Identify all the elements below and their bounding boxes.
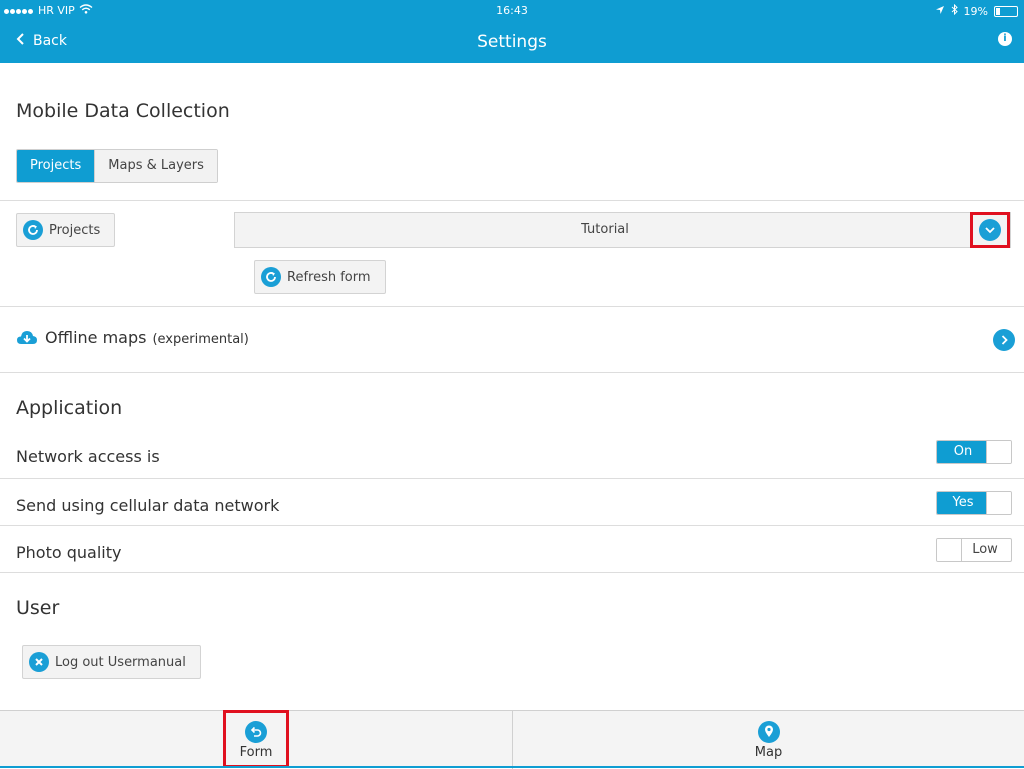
offline-maps-row[interactable]: Offline maps (experimental) <box>45 328 249 347</box>
refresh-form-label: Refresh form <box>287 269 371 285</box>
projects-button-label: Projects <box>49 222 101 238</box>
mdc-section-title: Mobile Data Collection <box>16 100 230 122</box>
offline-maps-note: (experimental) <box>152 332 249 347</box>
project-select-value: Tutorial <box>581 222 629 237</box>
bottom-tab-bar: Form Map <box>0 710 1024 769</box>
network-access-label: Network access is <box>16 447 160 466</box>
network-access-toggle[interactable]: On <box>936 440 1012 464</box>
tab-map-label: Map <box>754 744 783 760</box>
chevron-down-icon <box>979 219 1001 241</box>
project-dropdown-button[interactable] <box>970 212 1010 248</box>
toggle-state-label: On <box>937 441 989 463</box>
divider <box>0 525 1024 526</box>
info-icon[interactable]: i <box>998 32 1012 46</box>
cloud-download-icon <box>16 329 38 347</box>
toggle-state-label: Low <box>972 542 998 557</box>
logout-label: Log out Usermanual <box>55 654 186 670</box>
form-tab-highlight <box>223 710 289 768</box>
cellular-data-toggle[interactable]: Yes <box>936 491 1012 515</box>
logout-button[interactable]: Log out Usermanual <box>22 645 201 679</box>
battery-icon <box>994 5 1018 17</box>
project-select[interactable]: Tutorial <box>234 212 1011 248</box>
divider <box>0 200 1024 201</box>
tab-maps-layers[interactable]: Maps & Layers <box>94 150 217 182</box>
status-bar: HR VIP 16:43 19% <box>0 0 1024 22</box>
refresh-form-button[interactable]: Refresh form <box>254 260 386 294</box>
divider <box>0 478 1024 479</box>
toggle-knob <box>986 492 1011 514</box>
refresh-icon <box>261 267 281 287</box>
status-time: 16:43 <box>496 4 528 17</box>
mdc-segmented-control: Projects Maps & Layers <box>16 149 218 183</box>
photo-quality-toggle[interactable]: Low <box>936 538 1012 562</box>
divider <box>0 572 1024 573</box>
location-arrow-icon <box>935 5 945 18</box>
offline-maps-label: Offline maps <box>45 328 147 347</box>
map-pin-icon <box>757 720 780 743</box>
user-section-title: User <box>16 597 60 619</box>
refresh-icon <box>23 220 43 240</box>
battery-fill <box>996 7 1000 15</box>
toggle-knob <box>986 441 1011 463</box>
application-section-title: Application <box>16 397 123 419</box>
toggle-state-label: Yes <box>937 492 989 514</box>
photo-quality-label: Photo quality <box>16 543 122 562</box>
battery-percent: 19% <box>963 4 988 18</box>
chevron-right-icon[interactable] <box>993 329 1015 351</box>
tab-map[interactable]: Map <box>513 711 1024 769</box>
status-right: 19% <box>935 3 1018 18</box>
close-icon <box>29 652 49 672</box>
cellular-data-label: Send using cellular data network <box>16 496 280 515</box>
divider <box>0 372 1024 373</box>
divider <box>0 306 1024 307</box>
navigation-bar: Back Settings i <box>0 22 1024 63</box>
bluetooth-icon <box>951 3 958 18</box>
tab-projects[interactable]: Projects <box>17 150 95 182</box>
page-title: Settings <box>477 32 547 52</box>
projects-refresh-button[interactable]: Projects <box>16 213 116 247</box>
